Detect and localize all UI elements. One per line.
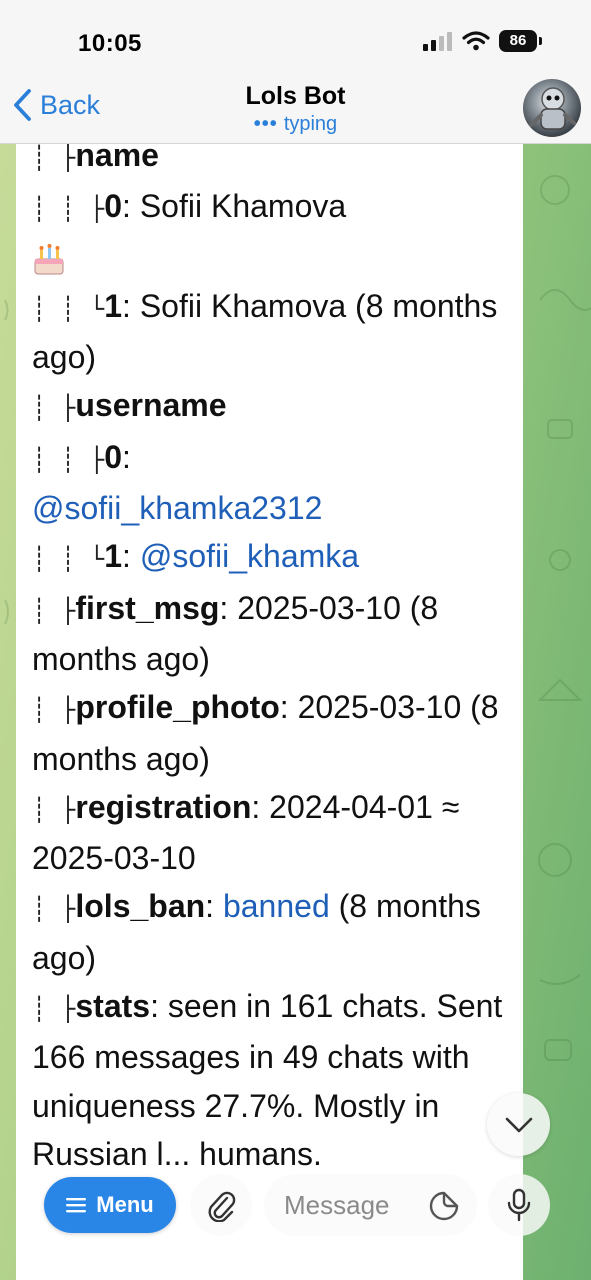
sticker-icon[interactable] xyxy=(428,1190,460,1222)
message-bubble: ┊ ├name ┊ ┊ ├0: Sofii Khamova ┊ ┊ └1: So… xyxy=(16,144,523,1280)
tree-row xyxy=(32,234,510,282)
tree-row: ┊ ├profile_photo: 2025-03-10 (8 months a… xyxy=(32,689,499,777)
typing-label: typing xyxy=(283,113,338,135)
chat-header: Back Lols Bot ••• typing xyxy=(0,72,591,144)
message-text: ┊ ├name ┊ ┊ ├0: Sofii Khamova ┊ ┊ └1: So… xyxy=(32,144,510,1178)
wifi-icon xyxy=(462,31,490,51)
tree-row: ┊ ┊ └1: Sofii Khamova (8 months ago) xyxy=(32,287,498,376)
microphone-button[interactable] xyxy=(488,1174,550,1236)
scroll-down-button[interactable] xyxy=(487,1093,550,1156)
status-icons: 86 xyxy=(423,30,542,52)
tree-row: ┊ ├lols_ban: banned (8 months ago) xyxy=(32,888,481,976)
tree-row: ┊ ┊ └1: @sofii_khamka xyxy=(32,538,360,575)
typing-dots: ••• xyxy=(253,113,278,135)
tree-row: ┊ ├username xyxy=(32,387,227,424)
menu-button[interactable]: Menu xyxy=(44,1177,176,1233)
avatar[interactable] xyxy=(523,79,581,137)
username-link[interactable]: @sofii_khamka xyxy=(140,538,359,574)
tree-row: ┊ ├name xyxy=(32,144,159,173)
username-link[interactable]: @sofii_khamka2312 xyxy=(32,490,322,526)
battery-indicator: 86 xyxy=(499,30,542,52)
tree-row: ┊ ├first_msg: 2025-03-10 (8 months ago) xyxy=(32,589,439,677)
ban-status-link[interactable]: banned xyxy=(223,888,330,924)
robot-avatar-image xyxy=(529,87,576,130)
microphone-icon xyxy=(507,1188,531,1222)
tree-row: ┊ ├stats: seen in 161 chats. Sent 166 me… xyxy=(32,988,503,1172)
chat-status: ••• typing xyxy=(0,113,591,136)
attach-button[interactable] xyxy=(190,1174,252,1236)
status-bar: 10:05 86 xyxy=(0,0,591,72)
chat-title[interactable]: Lols Bot xyxy=(0,82,591,111)
tree-row: ┊ ┊ ├0: @sofii_khamka2312 xyxy=(32,438,323,527)
hamburger-icon xyxy=(66,1198,87,1213)
cellular-signal-icon xyxy=(423,32,452,51)
status-time: 10:05 xyxy=(78,30,142,57)
menu-label: Menu xyxy=(96,1192,154,1217)
tree-row: ┊ ├registration: 2024-04-01 ≈ 2025-03-10 xyxy=(32,788,460,877)
cake-emoji xyxy=(34,244,64,275)
chevron-down-icon xyxy=(505,1117,532,1132)
paperclip-icon xyxy=(208,1191,236,1222)
tree-row: ┊ ┊ ├0: Sofii Khamova xyxy=(32,188,347,225)
